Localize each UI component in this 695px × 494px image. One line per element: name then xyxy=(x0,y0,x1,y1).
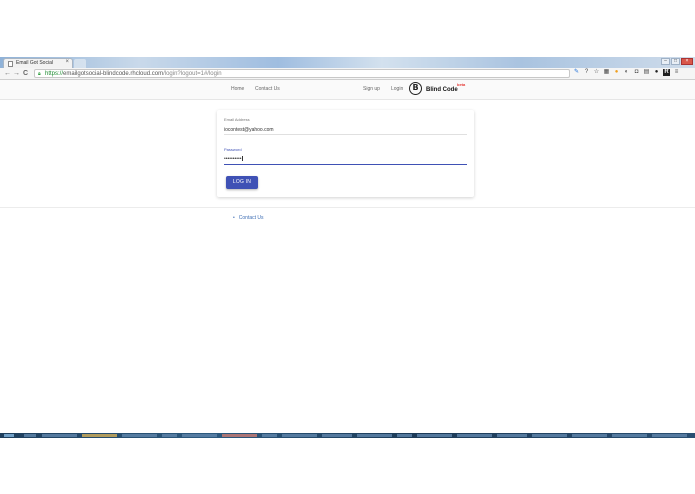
login-card: Email Address iocontest@yahoo.com Passwo… xyxy=(217,110,474,197)
reload-button[interactable]: C xyxy=(23,69,28,78)
browser-tab[interactable]: Email Got Social × xyxy=(3,58,73,68)
r-icon[interactable]: R xyxy=(663,69,670,76)
dark-circle-icon[interactable]: ● xyxy=(653,69,660,76)
grid-icon[interactable]: ▦ xyxy=(603,69,610,76)
minimize-button[interactable]: – xyxy=(661,58,670,65)
shield-icon[interactable]: ◘ xyxy=(633,69,640,76)
browser-tab-bar: Email Got Social × – □ × xyxy=(0,57,695,68)
forward-button[interactable]: → xyxy=(13,69,20,78)
blank-area xyxy=(0,438,695,494)
footer-links: • Contact Us xyxy=(233,215,264,221)
url-path: /login?logout=1#/login xyxy=(163,71,222,77)
start-button[interactable] xyxy=(4,434,14,437)
email-field[interactable]: iocontest@yahoo.com xyxy=(224,127,274,133)
back-button[interactable]: ← xyxy=(4,69,11,78)
footer-contact-link[interactable]: Contact Us xyxy=(239,215,264,221)
logo-mark: B xyxy=(409,82,422,95)
taskbar-item[interactable] xyxy=(532,434,567,437)
logo-text: Blind Code xyxy=(426,87,458,93)
lock-icon: 🔒︎ xyxy=(38,71,41,77)
taskbar-item[interactable] xyxy=(612,434,647,437)
password-underline xyxy=(224,164,467,165)
question-icon[interactable]: ? xyxy=(583,69,590,76)
login-button[interactable]: LOG IN xyxy=(226,176,258,189)
password-value: •••••••••• xyxy=(224,156,242,162)
text-caret xyxy=(241,156,243,162)
pencil-icon[interactable]: ✎ xyxy=(573,69,580,76)
menu-icon[interactable]: ≡ xyxy=(673,69,680,76)
taskbar-item[interactable] xyxy=(262,434,277,437)
url-text: https://emailgotsocial-blindcode.rhcloud… xyxy=(45,70,222,78)
taskbar-item[interactable] xyxy=(357,434,392,437)
desktop-background-top xyxy=(0,0,695,57)
site-navbar: Home Contact Us Sign up Login B Blind Co… xyxy=(0,80,695,100)
taskbar-item[interactable] xyxy=(162,434,177,437)
window-controls: – □ × xyxy=(661,58,693,65)
taskbar-item[interactable] xyxy=(572,434,607,437)
beta-badge: beta xyxy=(457,82,466,87)
taskbar-item[interactable] xyxy=(222,434,257,437)
email-label: Email Address xyxy=(224,117,250,122)
star-icon[interactable]: ☆ xyxy=(593,69,600,76)
taskbar-item[interactable] xyxy=(497,434,527,437)
brand-logo[interactable]: B Blind Code beta xyxy=(409,82,469,98)
page-icon xyxy=(8,61,13,67)
new-tab-button[interactable] xyxy=(74,59,86,68)
taskbar-item[interactable] xyxy=(182,434,217,437)
taskbar-item[interactable] xyxy=(397,434,412,437)
tab-title: Email Got Social xyxy=(16,60,53,66)
taskbar-item[interactable] xyxy=(652,434,687,437)
taskbar-item[interactable] xyxy=(282,434,317,437)
taskbar-item[interactable] xyxy=(457,434,492,437)
address-bar[interactable]: 🔒︎ https://emailgotsocial-blindcode.rhcl… xyxy=(34,69,570,78)
browser-toolbar: ← → C 🔒︎ https://emailgotsocial-blindcod… xyxy=(0,68,695,80)
taskbar-item[interactable] xyxy=(417,434,452,437)
url-host: emailgotsocial-blindcode.rhcloud.com xyxy=(63,71,164,77)
taskbar-item[interactable] xyxy=(122,434,157,437)
nav-signup-link[interactable]: Sign up xyxy=(363,86,380,92)
maximize-button[interactable]: □ xyxy=(671,58,680,65)
tab-close-icon[interactable]: × xyxy=(65,59,69,65)
footer-divider xyxy=(0,207,695,208)
circle-icon[interactable]: ● xyxy=(613,69,620,76)
nav-login-link[interactable]: Login xyxy=(391,86,403,92)
taskbar-item[interactable] xyxy=(24,434,36,437)
taskbar-item[interactable] xyxy=(322,434,352,437)
taskbar-item[interactable] xyxy=(42,434,77,437)
nav-contact-link[interactable]: Contact Us xyxy=(255,86,280,92)
url-scheme: https:// xyxy=(45,71,64,77)
taskbar-item[interactable] xyxy=(82,434,117,437)
box-icon[interactable]: ▤ xyxy=(643,69,650,76)
password-label: Password xyxy=(224,147,242,152)
email-underline xyxy=(224,134,467,135)
list-bullet: • xyxy=(233,215,235,221)
nav-home-link[interactable]: Home xyxy=(231,86,244,92)
moon-icon[interactable]: ◐ xyxy=(623,69,630,76)
extension-icons: ✎ ? ☆ ▦ ● ◐ ◘ ▤ ● R ≡ xyxy=(573,69,680,76)
close-window-button[interactable]: × xyxy=(681,58,693,65)
password-field[interactable]: •••••••••• xyxy=(224,156,243,162)
